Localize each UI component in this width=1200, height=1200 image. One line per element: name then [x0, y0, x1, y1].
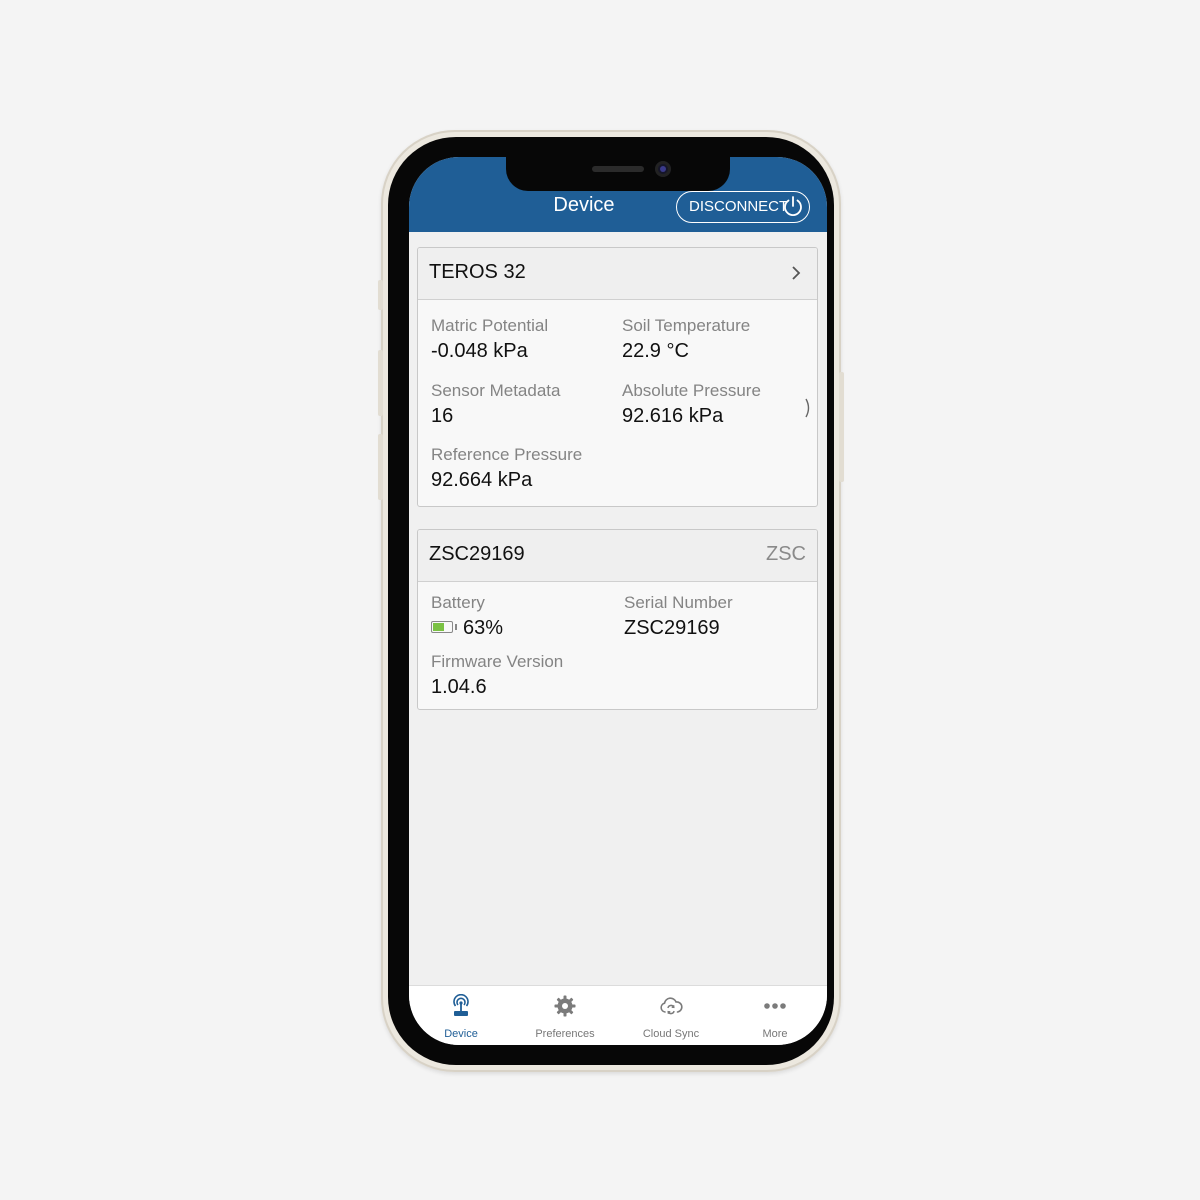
device-antenna-icon — [453, 994, 469, 1016]
matric-potential-field: Matric Potential -0.048 kPa — [431, 316, 548, 363]
logger-card-header[interactable]: ZSC29169 ZSC — [418, 530, 817, 582]
cloud-sync-icon — [660, 997, 683, 1015]
chevron-right-icon — [792, 266, 801, 280]
field-value: 16 — [431, 405, 454, 427]
field-label: Soil Temperature — [622, 316, 751, 335]
logger-card[interactable]: ZSC29169 ZSC Battery 63% Serial Number Z… — [417, 529, 818, 710]
field-label: Sensor Metadata — [431, 381, 561, 400]
field-value: 92.664 kPa — [431, 469, 533, 491]
sensor-card[interactable]: TEROS 32 Matric Potential -0.048 kPa Soi… — [417, 247, 818, 507]
power-side-button — [839, 372, 844, 482]
field-label: Battery — [431, 593, 485, 612]
battery-level-fill — [433, 623, 444, 631]
tab-preferences[interactable]: Preferences — [513, 986, 617, 1045]
battery-field: Battery 63% — [431, 593, 503, 640]
field-value: 1.04.6 — [431, 676, 487, 698]
tab-cloud-sync[interactable]: Cloud Sync — [619, 986, 723, 1045]
field-value: ZSC29169 — [624, 617, 720, 639]
sensor-metadata-field: Sensor Metadata 16 — [431, 381, 560, 428]
field-value: 92.616 kPa — [622, 405, 724, 427]
tab-label: Preferences — [535, 1028, 595, 1040]
sensor-card-title: TEROS 32 — [429, 261, 526, 283]
tab-label: More — [762, 1028, 788, 1040]
tab-more[interactable]: More — [723, 986, 827, 1045]
disconnect-label: DISCONNECT — [689, 198, 789, 215]
volume-down-button — [378, 434, 383, 500]
gear-icon — [554, 995, 576, 1017]
reference-pressure-field: Reference Pressure 92.664 kPa — [431, 445, 582, 492]
scroll-right-chevron-icon[interactable] — [803, 397, 813, 419]
tab-label: Cloud Sync — [642, 1028, 700, 1040]
serial-number-field: Serial Number ZSC29169 — [624, 593, 733, 640]
absolute-pressure-field: Absolute Pressure 92.616 kPa — [622, 381, 761, 428]
field-label: Absolute Pressure — [622, 381, 761, 400]
field-value: -0.048 kPa — [431, 340, 528, 362]
app-screen: Device DISCONNECT TEROS 32 Matric Potent… — [409, 157, 827, 1045]
tab-device[interactable]: Device — [409, 986, 513, 1045]
phone-frame: Device DISCONNECT TEROS 32 Matric Potent… — [378, 130, 844, 1072]
more-dots-icon — [764, 1003, 786, 1009]
field-label: Reference Pressure — [431, 445, 583, 464]
soil-temperature-field: Soil Temperature 22.9 °C — [622, 316, 750, 363]
mute-switch — [378, 280, 383, 310]
volume-up-button — [378, 350, 383, 416]
battery-percent: 63% — [463, 617, 504, 639]
disconnect-button[interactable]: DISCONNECT — [676, 191, 810, 223]
power-icon — [784, 196, 802, 217]
earpiece-speaker — [592, 166, 644, 172]
logger-card-title: ZSC29169 — [429, 543, 525, 565]
battery-icon — [431, 621, 457, 633]
phone-bezel: Device DISCONNECT TEROS 32 Matric Potent… — [388, 137, 834, 1065]
battery-value-row: 63% — [431, 616, 503, 640]
front-camera — [655, 161, 671, 177]
sensor-card-header[interactable]: TEROS 32 — [418, 248, 817, 300]
field-label: Serial Number — [624, 593, 733, 612]
firmware-version-field: Firmware Version 1.04.6 — [431, 652, 563, 699]
bottom-tab-bar: Device Preferences Cloud Sync More — [409, 985, 827, 1045]
camera-notch — [506, 157, 730, 191]
tab-label: Device — [444, 1028, 478, 1040]
field-value: 22.9 °C — [622, 340, 689, 362]
logger-type-tag: ZSC — [766, 543, 806, 565]
field-label: Firmware Version — [431, 652, 564, 671]
field-label: Matric Potential — [431, 316, 549, 335]
